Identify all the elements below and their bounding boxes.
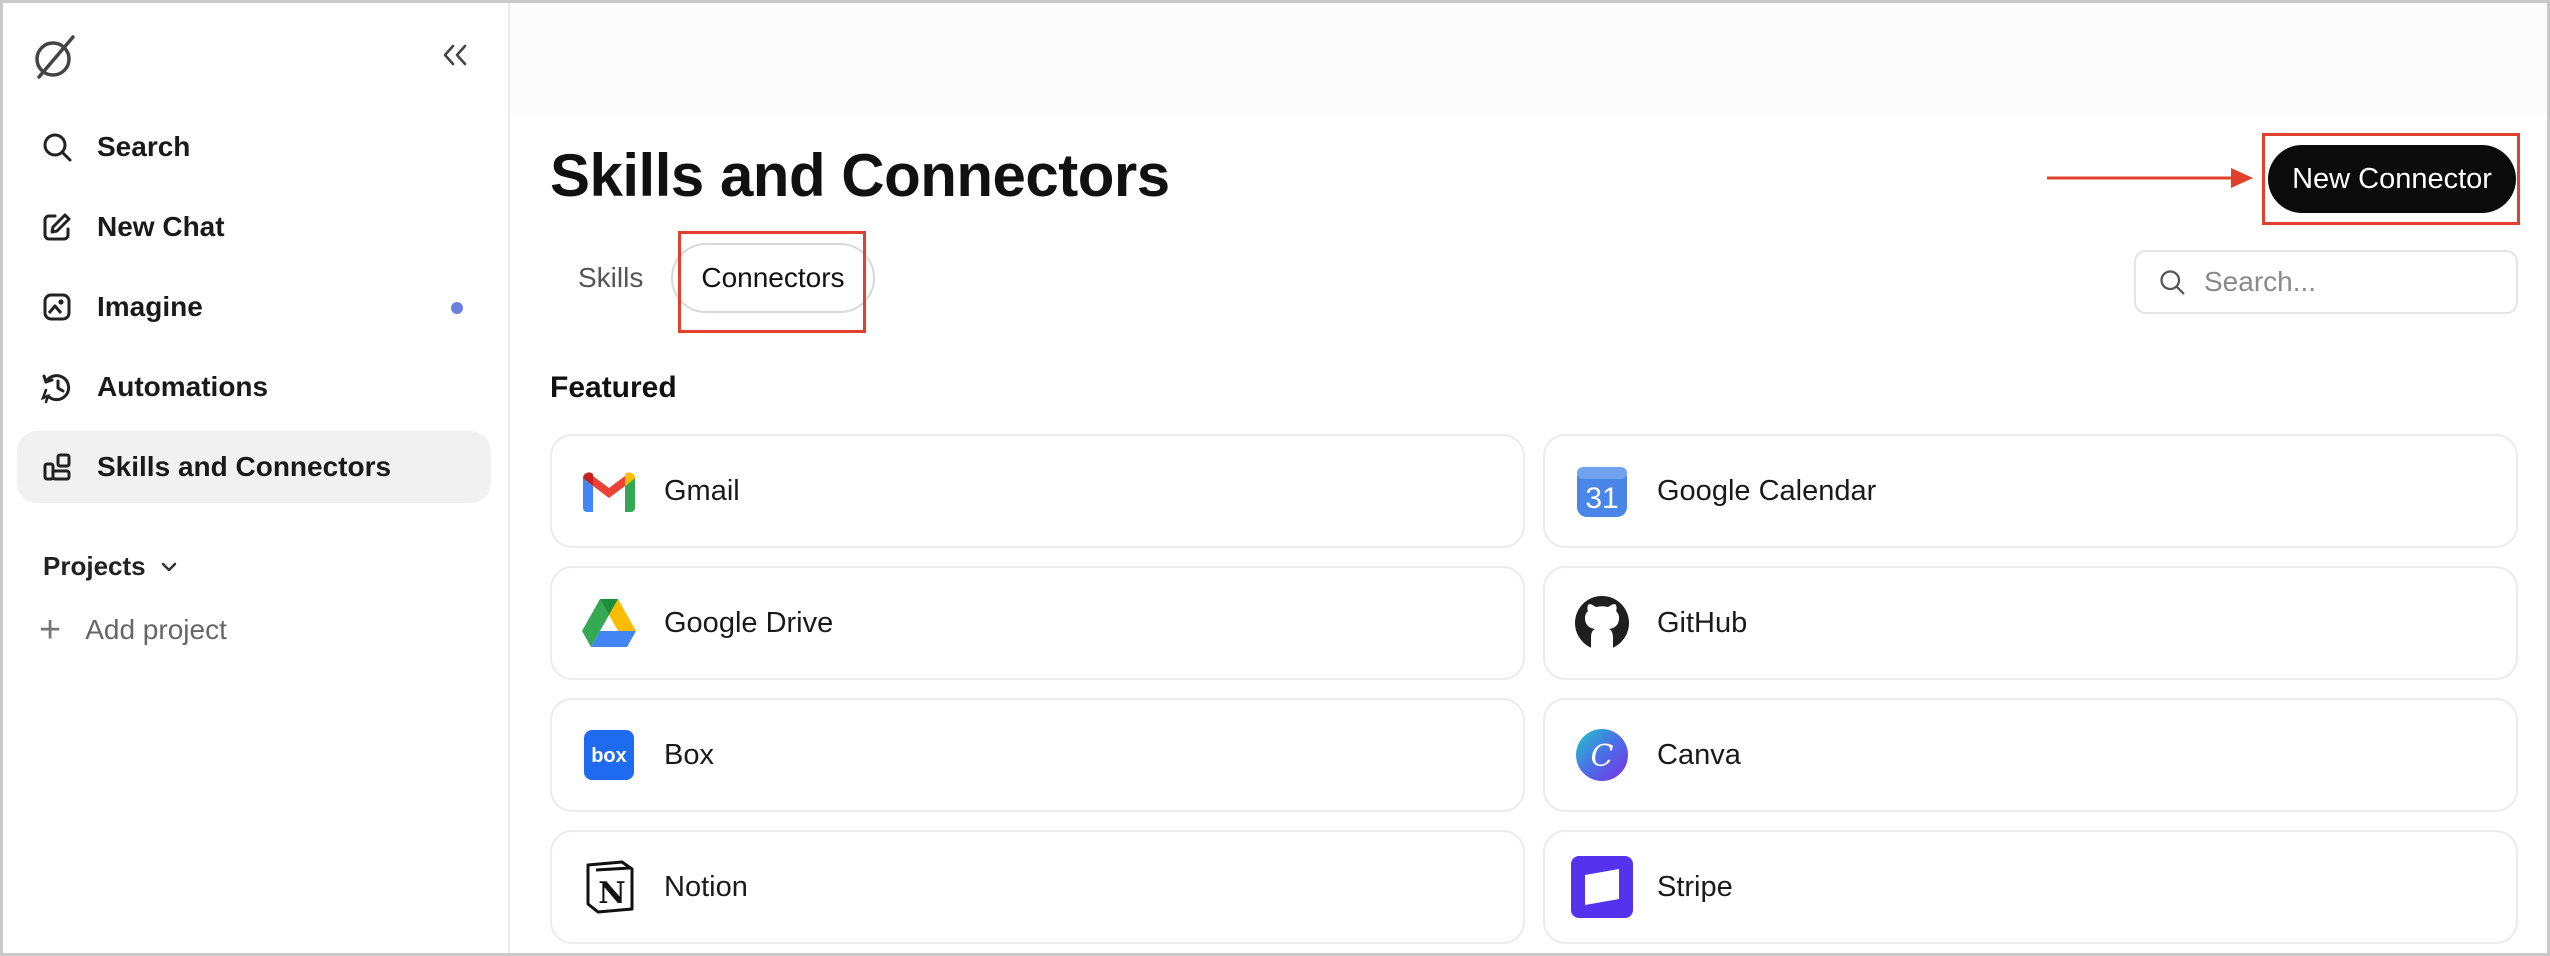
collapse-sidebar-button[interactable] bbox=[435, 35, 475, 75]
sidebar-item-label: Search bbox=[97, 131, 191, 162]
page-title: Skills and Connectors bbox=[550, 142, 1170, 209]
connector-name: Canva bbox=[1657, 738, 1741, 771]
box-badge: box bbox=[591, 745, 627, 767]
plus-icon: + bbox=[39, 609, 62, 651]
connector-card-gmail[interactable]: Gmail bbox=[550, 434, 1525, 548]
gmail-icon bbox=[578, 460, 640, 522]
sidebar-nav: Search New Chat Imagine Automations Skil… bbox=[17, 111, 491, 511]
sidebar-item-new-chat[interactable]: New Chat bbox=[17, 191, 491, 263]
search-field[interactable] bbox=[2134, 250, 2518, 314]
connector-name: Box bbox=[664, 738, 714, 771]
connector-card-stripe[interactable]: Stripe bbox=[1543, 830, 2518, 944]
notion-badge: N bbox=[598, 876, 625, 911]
search-icon bbox=[2160, 270, 2185, 295]
connector-name: Gmail bbox=[664, 474, 740, 507]
double-chevron-left-icon bbox=[443, 44, 467, 66]
annotation-arrow-icon bbox=[2047, 168, 2253, 188]
search-icon bbox=[39, 129, 75, 165]
canva-icon: C bbox=[1571, 724, 1633, 786]
automations-icon bbox=[39, 369, 75, 405]
canva-badge: C bbox=[1591, 739, 1614, 774]
connector-name: Google Drive bbox=[664, 606, 834, 639]
connector-name: Notion bbox=[664, 870, 748, 903]
connector-name: Google Calendar bbox=[1657, 474, 1877, 507]
main-content: Skills and Connectors New Connector Skil… bbox=[510, 3, 2547, 953]
connector-name: GitHub bbox=[1657, 606, 1748, 639]
box-icon: box bbox=[578, 724, 640, 786]
connector-card-google-calendar[interactable]: 31 Google Calendar bbox=[1543, 434, 2518, 548]
add-project-button[interactable]: + Add project bbox=[39, 611, 227, 649]
connector-card-google-drive[interactable]: Google Drive bbox=[550, 566, 1525, 680]
sidebar-item-skills-and-connectors[interactable]: Skills and Connectors bbox=[17, 431, 491, 503]
sidebar-item-label: New Chat bbox=[97, 211, 225, 242]
top-bar bbox=[510, 3, 2547, 115]
tab-bar: Skills Connectors bbox=[550, 243, 875, 313]
edit-icon bbox=[39, 209, 75, 245]
projects-label: Projects bbox=[43, 551, 146, 581]
app-window: Search New Chat Imagine Automations Skil… bbox=[0, 0, 2550, 956]
new-connector-button[interactable]: New Connector bbox=[2268, 145, 2516, 213]
calendar-badge: 31 bbox=[1585, 482, 1618, 515]
sidebar-item-label: Skills and Connectors bbox=[97, 451, 392, 482]
connector-card-box[interactable]: box Box bbox=[550, 698, 1525, 812]
tab-connectors[interactable]: Connectors bbox=[671, 243, 875, 313]
sidebar-item-imagine[interactable]: Imagine bbox=[17, 271, 491, 343]
sidebar-item-label: Automations bbox=[97, 371, 269, 402]
featured-heading: Featured bbox=[550, 371, 677, 404]
grid-icon bbox=[39, 449, 75, 485]
github-icon bbox=[1571, 592, 1633, 654]
imagine-icon bbox=[39, 289, 75, 325]
sidebar-item-label: Imagine bbox=[97, 291, 203, 322]
notion-icon: N bbox=[578, 856, 640, 918]
search-input[interactable] bbox=[2204, 266, 2504, 298]
google-drive-icon bbox=[578, 592, 640, 654]
sidebar-item-automations[interactable]: Automations bbox=[17, 351, 491, 423]
connector-card-canva[interactable]: C Canva bbox=[1543, 698, 2518, 812]
connector-card-notion[interactable]: N Notion bbox=[550, 830, 1525, 944]
connector-card-github[interactable]: GitHub bbox=[1543, 566, 2518, 680]
chevron-down-icon bbox=[161, 562, 176, 571]
connector-name: Stripe bbox=[1657, 870, 1733, 903]
notification-dot bbox=[451, 302, 463, 314]
sidebar: Search New Chat Imagine Automations Skil… bbox=[3, 3, 510, 953]
sidebar-item-search[interactable]: Search bbox=[17, 111, 491, 183]
projects-toggle[interactable]: Projects bbox=[43, 551, 178, 582]
add-project-label: Add project bbox=[85, 614, 227, 645]
connector-grid: Gmail 31 Google Calendar Google Drive Gi… bbox=[550, 434, 2520, 944]
stripe-icon bbox=[1571, 856, 1633, 918]
tab-skills[interactable]: Skills bbox=[550, 243, 671, 313]
app-logo-icon[interactable] bbox=[29, 31, 81, 83]
google-calendar-icon: 31 bbox=[1571, 460, 1633, 522]
